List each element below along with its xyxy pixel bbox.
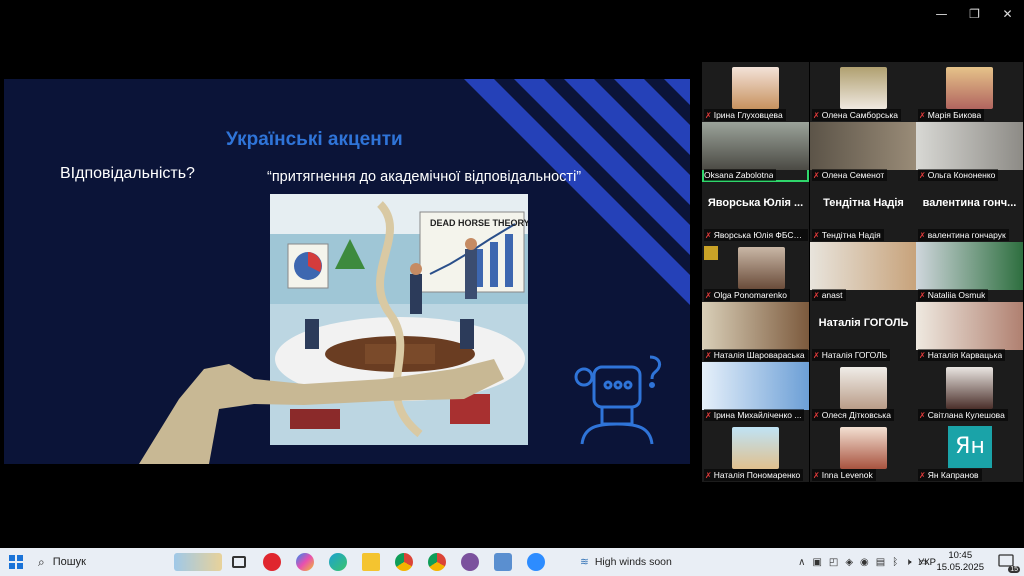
participant-tile[interactable]: ✗ Nataliia Osmuk [916, 242, 1023, 302]
file-explorer-icon[interactable] [354, 548, 387, 576]
participant-tile[interactable]: ✗ Inna Levenok [810, 422, 917, 482]
participant-tile[interactable]: ✗ anast [810, 242, 917, 302]
participant-tile[interactable]: ✗ Олена Самборська [810, 62, 917, 122]
mic-muted-icon: ✗ [919, 230, 926, 240]
weather-widget[interactable]: ≋ High winds soon [580, 556, 672, 568]
chevron-up-icon[interactable]: ∧ [798, 557, 805, 568]
mic-muted-icon: ✗ [705, 350, 712, 360]
participant-video [702, 302, 809, 350]
mic-muted-icon: ✗ [813, 230, 820, 240]
chrome-profile-icon[interactable] [420, 548, 453, 576]
mic-muted-icon: ✗ [813, 170, 820, 180]
chrome-icon[interactable] [387, 548, 420, 576]
taskbar: ⌕ Пошук ≋ High winds soon ∧ ▣ ◰ ◈ ◉ ▤ ᛒ … [0, 548, 1024, 576]
participant-tile[interactable]: ✗ Марія Бикова [916, 62, 1023, 122]
participant-tile[interactable]: Наталія ГОГОЛЬ ✗ Наталія ГОГОЛЬ [810, 302, 917, 362]
task-view-icon[interactable] [222, 548, 255, 576]
participant-tile[interactable]: ✗ Ольга Кононенко [916, 122, 1023, 182]
close-icon[interactable]: ✕ [991, 6, 1024, 22]
mic-muted-icon: ✗ [813, 470, 820, 480]
clock[interactable]: 10:45 15.05.2025 [936, 550, 984, 574]
windows-icon [9, 555, 23, 569]
participants-grid: ✗ Ірина Глуховцева ✗ Олена Самборська ✗ Мар… [700, 62, 1024, 482]
clock-date: 15.05.2025 [936, 562, 984, 573]
participant-photo [732, 427, 779, 469]
participant-tile[interactable]: Яворська Юлія ... ✗ Яворська Юлія ФБСм-..… [702, 182, 809, 242]
mic-muted-icon: ✗ [705, 290, 712, 300]
window-controls: — ❐ ✕ [925, 6, 1024, 22]
participant-tile[interactable]: Тендітна Надія ✗ Тендітна Надія [810, 182, 917, 242]
tray-app-icon[interactable]: ◈ [845, 557, 853, 568]
system-tray: ∧ ▣ ◰ ◈ ◉ ▤ ᛒ 🕨 ▭ [798, 548, 928, 576]
participant-tile[interactable]: ✗ Наталія Карвацька [916, 302, 1023, 362]
robot-thinking-icon [574, 355, 662, 445]
participant-tile[interactable]: ✗ Ірина Глуховцева [702, 62, 809, 122]
search-highlight-icon [174, 553, 222, 571]
participant-photo [738, 247, 785, 289]
restore-icon[interactable]: ❐ [958, 6, 991, 22]
opera-icon[interactable] [255, 548, 288, 576]
mic-muted-icon: ✗ [919, 170, 926, 180]
language-indicator[interactable]: УКР [918, 557, 936, 568]
participant-tile[interactable]: ✗ Ірина Михайліченко ... [702, 362, 809, 422]
participant-tile[interactable]: Ян ✗ Ян Капранов [916, 422, 1023, 482]
app-icon[interactable] [486, 548, 519, 576]
tray-app-icon[interactable]: ◉ [860, 557, 869, 568]
search-box[interactable]: ⌕ Пошук [32, 548, 222, 576]
participant-photo [946, 67, 993, 109]
participant-tile[interactable]: ✗ Olga Ponomarenko [702, 242, 809, 302]
mic-muted-icon: ✗ [705, 230, 712, 240]
mic-muted-icon: ✗ [813, 290, 820, 300]
participant-tile[interactable]: ✗ Олеся Дітковська [810, 362, 917, 422]
participant-tile[interactable]: ✗ Наталія Шаровараська [702, 302, 809, 362]
notification-count: 15 [1008, 566, 1020, 573]
participant-photo [946, 367, 993, 409]
notifications-icon[interactable]: 15 [998, 553, 1020, 573]
participant-photo [840, 367, 887, 409]
participant-photo [840, 427, 887, 469]
participant-video [916, 242, 1023, 290]
mic-muted-icon: ✗ [813, 110, 820, 120]
start-button[interactable] [0, 548, 32, 576]
mic-muted-icon: ✗ [705, 110, 712, 120]
mic-muted-icon: ✗ [919, 110, 926, 120]
wind-icon: ≋ [580, 556, 589, 568]
participant-video [810, 122, 917, 170]
mic-muted-icon: ✗ [919, 350, 926, 360]
search-icon: ⌕ [38, 554, 45, 569]
mic-muted-icon: ✗ [919, 290, 926, 300]
participant-video [916, 302, 1023, 350]
mic-muted-icon: ✗ [705, 470, 712, 480]
participant-video [810, 242, 917, 290]
tray-app-icon[interactable]: ▤ [876, 557, 885, 568]
copilot-icon[interactable] [288, 548, 321, 576]
volume-muted-icon[interactable]: 🕨 [905, 557, 911, 568]
participant-tile-active[interactable]: Oksana Zabolotna [702, 122, 809, 182]
edge-icon[interactable] [321, 548, 354, 576]
participant-tile[interactable]: ✗ Олена Семенот [810, 122, 917, 182]
participant-photo [840, 67, 887, 109]
viber-icon[interactable] [453, 548, 486, 576]
zoom-icon[interactable] [519, 548, 552, 576]
minimize-icon[interactable]: — [925, 6, 958, 22]
participant-avatar: Ян [948, 426, 992, 468]
mic-muted-icon: ✗ [705, 410, 712, 420]
tray-app-icon[interactable]: ▣ [812, 557, 821, 568]
participant-tile[interactable]: ✗ Наталія Пономаренко [702, 422, 809, 482]
bluetooth-icon[interactable]: ᛒ [892, 557, 898, 568]
participant-video [702, 362, 809, 410]
participant-video [702, 122, 809, 170]
participant-tile[interactable]: ✗ Світлана Кулешова [916, 362, 1023, 422]
participant-tile[interactable]: валентина гонч... ✗ валентина гончарук [916, 182, 1023, 242]
mic-muted-icon: ✗ [919, 410, 926, 420]
mic-muted-icon: ✗ [919, 470, 926, 480]
tray-app-icon[interactable]: ◰ [829, 557, 838, 568]
mic-muted-icon: ✗ [813, 410, 820, 420]
clock-time: 10:45 [948, 550, 973, 561]
shared-slide: Українські акценти ВIдповідальність? “пр… [4, 79, 690, 464]
mic-muted-icon: ✗ [813, 350, 820, 360]
emblem-icon [704, 246, 718, 260]
participant-photo [732, 67, 779, 109]
participant-video [916, 122, 1023, 170]
